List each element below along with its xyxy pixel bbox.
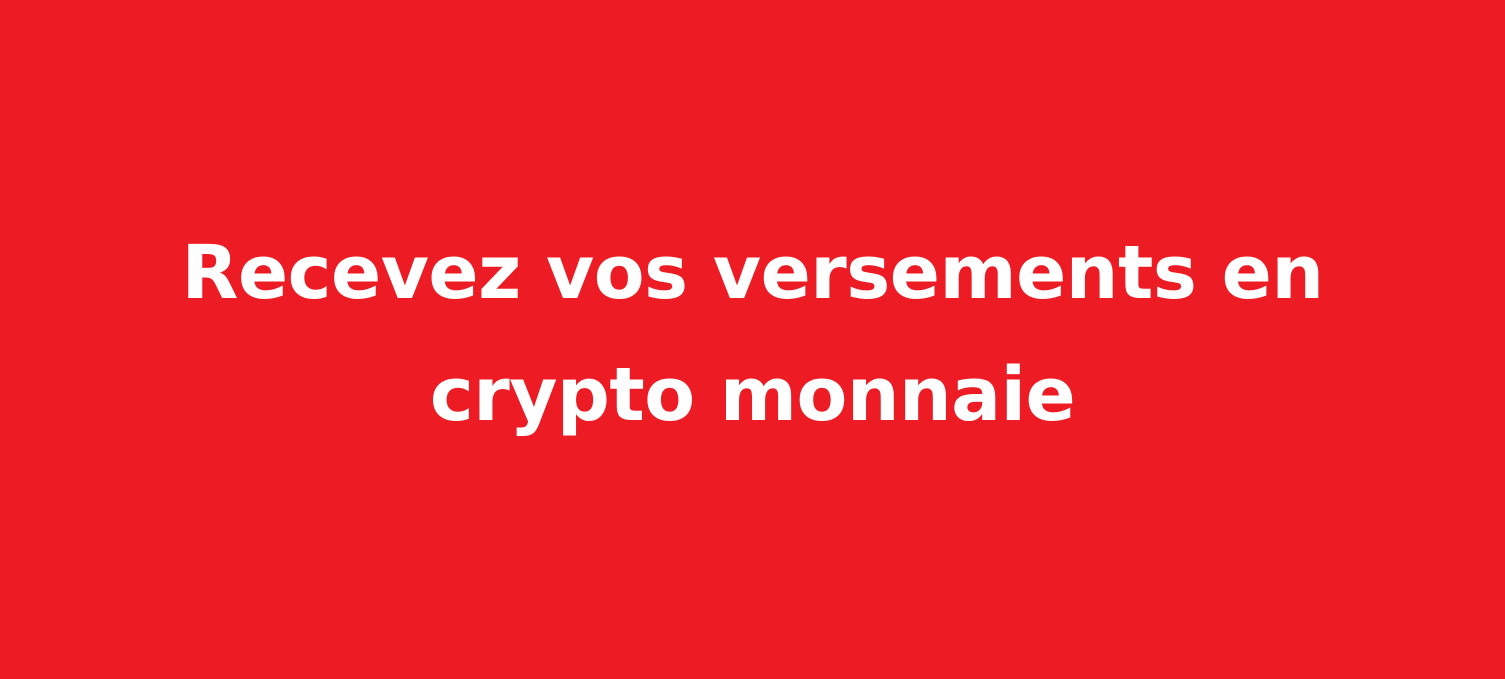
headline: Recevez vos versements en crypto monnaie (0, 212, 1505, 456)
promo-banner: Recevez vos versements en crypto monnaie (0, 0, 1505, 679)
headline-line-1: Recevez vos versements en (181, 230, 1324, 316)
headline-line-2: crypto monnaie (429, 352, 1076, 438)
